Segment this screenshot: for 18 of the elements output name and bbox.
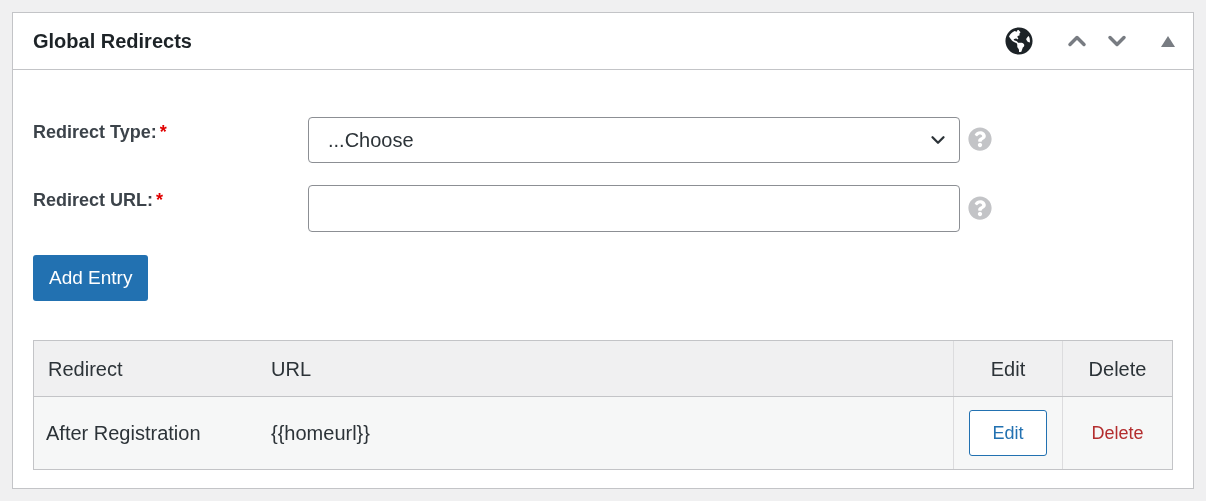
delete-link[interactable]: Delete bbox=[1091, 419, 1144, 447]
type-select[interactable]: ...Choose bbox=[308, 117, 960, 163]
add-entry-button[interactable]: Add Entry bbox=[33, 255, 149, 301]
table-cell-text: After Registration bbox=[45, 421, 202, 446]
column-header: Delete bbox=[1062, 341, 1172, 396]
column-header: URL bbox=[271, 357, 312, 382]
column-header: Redirect bbox=[47, 357, 124, 382]
url-input[interactable] bbox=[308, 185, 960, 232]
collapse-icon[interactable] bbox=[1161, 35, 1175, 47]
panel-title: Global Redirects bbox=[33, 29, 192, 54]
edit-button[interactable]: Edit bbox=[969, 410, 1047, 456]
globe-icon[interactable] bbox=[1005, 27, 1033, 55]
table-cell-text: {{homeurl}} bbox=[271, 421, 371, 446]
required-mark: * bbox=[159, 121, 167, 144]
column-header: Edit bbox=[953, 341, 1062, 396]
field-label: Redirect Type: bbox=[33, 121, 157, 144]
field-label: Redirect URL: bbox=[33, 189, 153, 212]
required-mark: * bbox=[156, 189, 164, 212]
